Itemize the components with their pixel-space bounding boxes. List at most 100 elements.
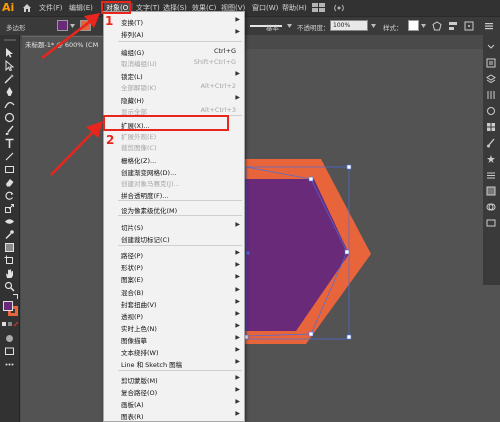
menu-item-label: 图案(E) bbox=[121, 276, 144, 284]
home-icon[interactable] bbox=[22, 3, 32, 13]
screen-mode-icon[interactable] bbox=[4, 346, 15, 357]
line-tool-icon[interactable] bbox=[4, 151, 15, 162]
opacity-input[interactable]: 100% bbox=[330, 20, 368, 31]
object-menu-item[interactable]: 形状(P) ▶ bbox=[104, 261, 244, 272]
shape-options-icon[interactable] bbox=[432, 21, 442, 31]
rectangle-tool-icon[interactable] bbox=[4, 164, 15, 175]
object-menu-item[interactable]: 图表(R) ▶ bbox=[104, 410, 244, 421]
appearance-panel-icon[interactable] bbox=[486, 218, 496, 228]
object-menu-item[interactable]: 变换(T) ▶ bbox=[104, 16, 244, 27]
object-menu-item[interactable]: 设为像素级优化(M) bbox=[104, 204, 244, 215]
more-options-icon[interactable] bbox=[484, 21, 494, 31]
object-menu-item[interactable]: 排列(A) ▶ bbox=[104, 28, 244, 39]
direct-selection-tool-icon[interactable] bbox=[4, 60, 15, 71]
submenu-arrow-icon: ▶ bbox=[235, 16, 240, 23]
menu-separator bbox=[118, 215, 242, 216]
object-menu-item[interactable]: 文本绕排(W) ▶ bbox=[104, 346, 244, 357]
object-menu-item[interactable]: 拼合透明度(F)... bbox=[104, 189, 244, 200]
object-menu-item[interactable]: 切片(S) ▶ bbox=[104, 221, 244, 232]
menu-item-label: 切片(S) bbox=[121, 224, 144, 232]
width-tool-icon[interactable] bbox=[4, 216, 15, 227]
menu-item-label: 创建对象马赛克(J)... bbox=[121, 180, 180, 188]
stroke-style-label[interactable]: 基本 bbox=[266, 22, 279, 32]
menu-window[interactable]: 窗口(W) bbox=[252, 3, 278, 13]
gradient-tool-icon[interactable] bbox=[4, 242, 15, 253]
object-menu-item[interactable]: 创建裁切标记(C) bbox=[104, 233, 244, 244]
stroke-panel-icon[interactable] bbox=[486, 170, 496, 180]
transform-icon[interactable] bbox=[464, 21, 474, 31]
artboard-tool-icon[interactable] bbox=[4, 255, 15, 266]
object-menu-item[interactable]: 实时上色(N) ▶ bbox=[104, 322, 244, 333]
swatches-panel-icon[interactable] bbox=[486, 122, 496, 132]
object-menu-item[interactable]: 复合路径(O) ▶ bbox=[104, 386, 244, 397]
object-menu-item: 取消编组(U) Shift+Ctrl+G bbox=[104, 57, 244, 68]
object-menu-item[interactable]: 透视(P) ▶ bbox=[104, 310, 244, 321]
color-panel-icon[interactable] bbox=[486, 106, 496, 116]
pen-tool-icon[interactable] bbox=[4, 86, 15, 97]
libraries-panel-icon[interactable] bbox=[486, 90, 496, 100]
eyedropper-tool-icon[interactable] bbox=[4, 229, 15, 240]
swap-colors-icon[interactable] bbox=[13, 294, 18, 299]
submenu-arrow-icon: ▶ bbox=[235, 334, 240, 341]
gradient-panel-icon[interactable] bbox=[486, 186, 496, 196]
object-menu-item[interactable]: 栅格化(Z)... bbox=[104, 154, 244, 165]
menu-separator bbox=[118, 245, 242, 246]
selection-tool-icon[interactable] bbox=[4, 47, 15, 58]
hand-tool-icon[interactable] bbox=[4, 268, 15, 279]
zoom-tool-icon[interactable] bbox=[4, 281, 15, 292]
rotate-tool-icon[interactable] bbox=[4, 190, 15, 201]
object-menu-item[interactable]: 剪切蒙版(M) ▶ bbox=[104, 374, 244, 385]
menu-item-label: 文本绕排(W) bbox=[121, 349, 159, 357]
selection-bounding-box[interactable] bbox=[243, 164, 355, 344]
submenu-arrow-icon: ▶ bbox=[235, 298, 240, 305]
canvas[interactable] bbox=[21, 49, 500, 422]
object-menu-item[interactable]: 图像描摹 ▶ bbox=[104, 334, 244, 345]
style-dropdown-icon[interactable] bbox=[421, 24, 426, 28]
properties-panel-icon[interactable] bbox=[486, 58, 496, 68]
brushes-panel-icon[interactable] bbox=[486, 138, 496, 148]
object-menu-item[interactable]: 编组(G) Ctrl+G bbox=[104, 46, 244, 57]
symbols-panel-icon[interactable] bbox=[486, 154, 496, 164]
workspace-grid-icon[interactable] bbox=[312, 3, 326, 13]
object-menu-item[interactable]: 画板(A) ▶ bbox=[104, 398, 244, 409]
toolbar-grip[interactable] bbox=[4, 39, 16, 41]
menu-item-label: 封套扭曲(V) bbox=[121, 301, 157, 309]
opacity-dropdown-icon[interactable] bbox=[371, 24, 376, 28]
shape-type-label: 多边形 bbox=[6, 24, 26, 32]
object-menu-item[interactable]: 图案(E) ▶ bbox=[104, 273, 244, 284]
object-menu-dropdown: 变换(T) ▶ 排列(A) ▶ 编组(G) Ctrl+G 取消编组(U) Shift+Ctrl… bbox=[103, 11, 245, 422]
paintbrush-tool-icon[interactable] bbox=[4, 125, 15, 136]
submenu-arrow-icon: ▶ bbox=[235, 410, 240, 417]
menu-item-label: 锁定(L) bbox=[121, 73, 143, 81]
drawing-mode-icon[interactable] bbox=[4, 333, 15, 344]
stroke-style-dropdown-icon[interactable] bbox=[287, 24, 292, 28]
graphic-style-swatch[interactable] bbox=[408, 20, 419, 31]
object-menu-item[interactable]: 隐藏(H) ▶ bbox=[104, 94, 244, 105]
magic-wand-tool-icon[interactable] bbox=[4, 73, 15, 84]
eraser-tool-icon[interactable] bbox=[4, 177, 15, 188]
transparency-panel-icon[interactable] bbox=[486, 202, 496, 212]
object-menu-item: 全部解锁(K) Alt+Ctrl+2 bbox=[104, 81, 244, 92]
type-tool-icon[interactable] bbox=[4, 138, 15, 149]
menu-help[interactable]: 帮助(H) bbox=[282, 3, 307, 13]
broadcast-icon[interactable] bbox=[334, 3, 344, 13]
ellipse-tool-icon[interactable] bbox=[4, 112, 15, 123]
submenu-arrow-icon: ▶ bbox=[235, 70, 240, 77]
object-menu-item[interactable]: 创建渐变网格(D)... bbox=[104, 166, 244, 177]
layers-panel-icon[interactable] bbox=[486, 74, 496, 84]
panel-collapse-icon[interactable] bbox=[486, 42, 496, 52]
edit-toolbar-icon[interactable] bbox=[4, 359, 15, 370]
scale-tool-icon[interactable] bbox=[4, 203, 15, 214]
menu-item-shortcut: Alt+Ctrl+2 bbox=[200, 82, 236, 90]
curvature-tool-icon[interactable] bbox=[4, 99, 15, 110]
align-icon[interactable] bbox=[448, 21, 458, 31]
object-menu-item[interactable]: Line 和 Sketch 图稿 ▶ bbox=[104, 358, 244, 369]
object-menu-item[interactable]: 封套扭曲(V) ▶ bbox=[104, 298, 244, 309]
fill-color-box[interactable] bbox=[3, 301, 13, 311]
object-menu-item[interactable]: 锁定(L) ▶ bbox=[104, 70, 244, 81]
menu-separator bbox=[118, 41, 242, 42]
object-menu-item[interactable]: 混合(B) ▶ bbox=[104, 286, 244, 297]
menu-item-label: 剪切蒙版(M) bbox=[121, 377, 158, 385]
object-menu-item[interactable]: 路径(P) ▶ bbox=[104, 249, 244, 260]
color-mode-icons[interactable] bbox=[2, 321, 18, 332]
